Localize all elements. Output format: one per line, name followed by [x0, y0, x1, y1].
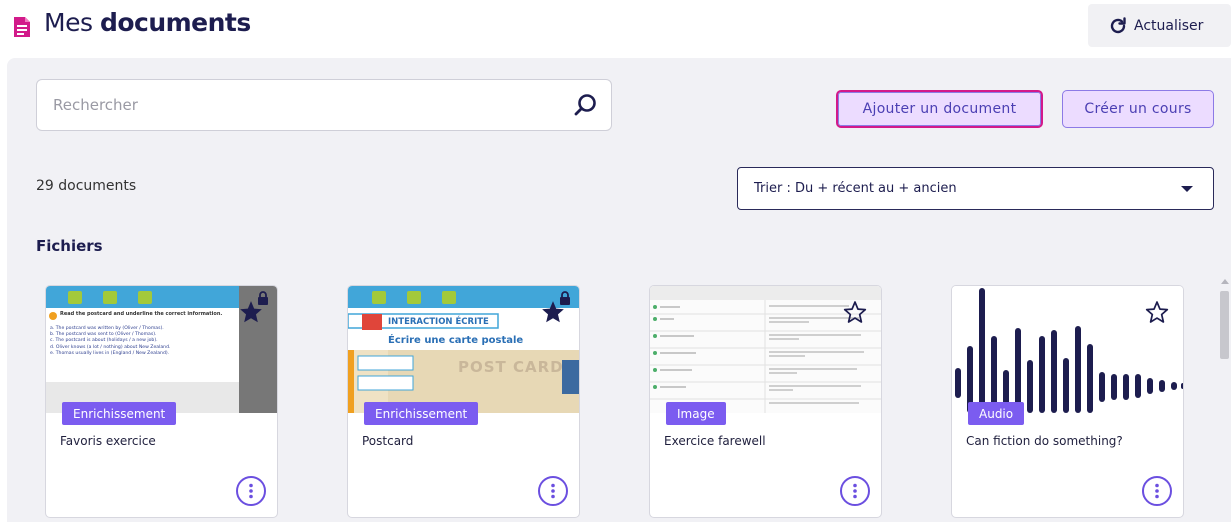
add-document-button[interactable]: Ajouter un document [836, 90, 1043, 128]
document-icon [14, 17, 30, 37]
star-filled-icon[interactable] [238, 299, 264, 325]
document-card[interactable]: INTERACTION ÉCRITE Écrire une carte post… [347, 285, 580, 518]
scrollbar[interactable] [1218, 275, 1231, 522]
refresh-button-label: Actualiser [1134, 17, 1204, 34]
more-options-button[interactable] [538, 476, 568, 506]
document-type-badge: Enrichissement [62, 402, 177, 425]
postcard-heading: INTERACTION ÉCRITE [388, 317, 489, 327]
documents-count: 29 documents [36, 178, 137, 194]
document-title: Favoris exercice [60, 434, 156, 448]
document-title: Can fiction do something? [966, 434, 1123, 448]
exercise-lines: a. The postcard was written by (Oliver /… [50, 326, 235, 357]
document-card[interactable]: Image Exercice farewell [649, 285, 882, 518]
page-title-light: Mes [44, 8, 100, 37]
star-filled-icon[interactable] [540, 299, 566, 325]
refresh-button[interactable]: Actualiser [1088, 4, 1231, 47]
create-course-button[interactable]: Créer un cours [1062, 90, 1214, 128]
more-vertical-icon [249, 483, 253, 499]
caret-down-icon [1181, 186, 1193, 192]
scroll-up-arrow-icon[interactable] [1221, 279, 1229, 284]
search-input[interactable] [53, 93, 553, 117]
document-card[interactable]: Read the postcard and underline the corr… [45, 285, 278, 518]
more-vertical-icon [1155, 483, 1159, 499]
page-title: Mes documents [44, 8, 251, 37]
document-type-badge: Image [666, 402, 726, 425]
section-title: Fichiers [36, 237, 103, 255]
sort-select-value: Trier : Du + récent au + ancien [754, 181, 957, 196]
more-options-button[interactable] [236, 476, 266, 506]
document-title: Exercice farewell [664, 434, 766, 448]
search-icon[interactable] [573, 92, 599, 118]
postcard-subheading: Écrire une carte postale [388, 335, 524, 346]
more-options-button[interactable] [1142, 476, 1172, 506]
postcard-stamp-text: POST CARD [458, 358, 564, 376]
scrollbar-thumb[interactable] [1220, 291, 1229, 359]
sort-select[interactable]: Trier : Du + récent au + ancien [737, 167, 1214, 210]
document-type-badge: Audio [968, 402, 1025, 425]
star-outline-icon[interactable] [842, 299, 868, 325]
page-title-bold: documents [99, 8, 251, 37]
refresh-icon [1110, 16, 1126, 33]
document-type-badge: Enrichissement [364, 402, 479, 425]
exercise-line: e. Thomas usually lives in (England / Ne… [50, 350, 170, 356]
more-options-button[interactable] [840, 476, 870, 506]
more-vertical-icon [551, 483, 555, 499]
more-vertical-icon [853, 483, 857, 499]
exercise-instruction: Read the postcard and underline the corr… [60, 311, 223, 317]
document-title: Postcard [362, 434, 414, 448]
star-outline-icon[interactable] [1144, 299, 1170, 325]
page-header: Mes documents Actualiser [0, 0, 1231, 56]
document-card[interactable]: Audio Can fiction do something? [951, 285, 1184, 518]
search-box[interactable] [36, 79, 612, 131]
